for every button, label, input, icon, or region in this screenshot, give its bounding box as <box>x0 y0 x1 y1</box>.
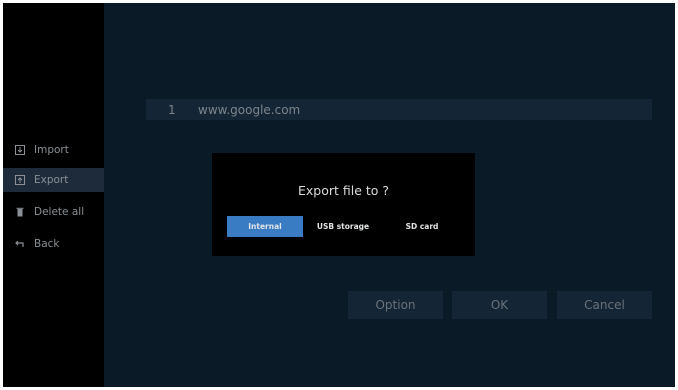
export-icon <box>15 175 25 185</box>
list-item[interactable]: 1 www.google.com <box>146 99 652 120</box>
trash-icon <box>15 207 25 217</box>
sidebar-item-label: Back <box>34 238 60 250</box>
option-usb-storage[interactable]: USB storage <box>305 216 381 237</box>
app-window: Import Export Delete all Back 1 www.goog… <box>3 3 675 387</box>
sidebar-item-label: Export <box>34 174 69 186</box>
dialog-title: Export file to ? <box>297 183 390 198</box>
main-panel: 1 www.google.com Option OK Cancel Export… <box>104 3 675 387</box>
sidebar-item-back[interactable]: Back <box>3 232 104 256</box>
export-dialog: Export file to ? Internal USB storage SD… <box>212 153 475 256</box>
import-icon <box>15 145 25 155</box>
sidebar-item-delete-all[interactable]: Delete all <box>3 200 104 224</box>
row-index: 1 <box>168 102 176 117</box>
sidebar-item-export[interactable]: Export <box>3 168 104 192</box>
sidebar-item-import[interactable]: Import <box>3 138 104 162</box>
sidebar-item-label: Delete all <box>34 206 85 218</box>
cancel-button[interactable]: Cancel <box>557 291 652 319</box>
option-sd-card[interactable]: SD card <box>384 216 460 237</box>
sidebar-item-label: Import <box>34 144 69 156</box>
sidebar: Import Export Delete all Back <box>3 3 104 387</box>
row-url: www.google.com <box>198 102 301 117</box>
option-internal[interactable]: Internal <box>227 216 303 237</box>
back-arrow-icon <box>15 239 25 249</box>
ok-button[interactable]: OK <box>452 291 547 319</box>
option-button[interactable]: Option <box>348 291 443 319</box>
